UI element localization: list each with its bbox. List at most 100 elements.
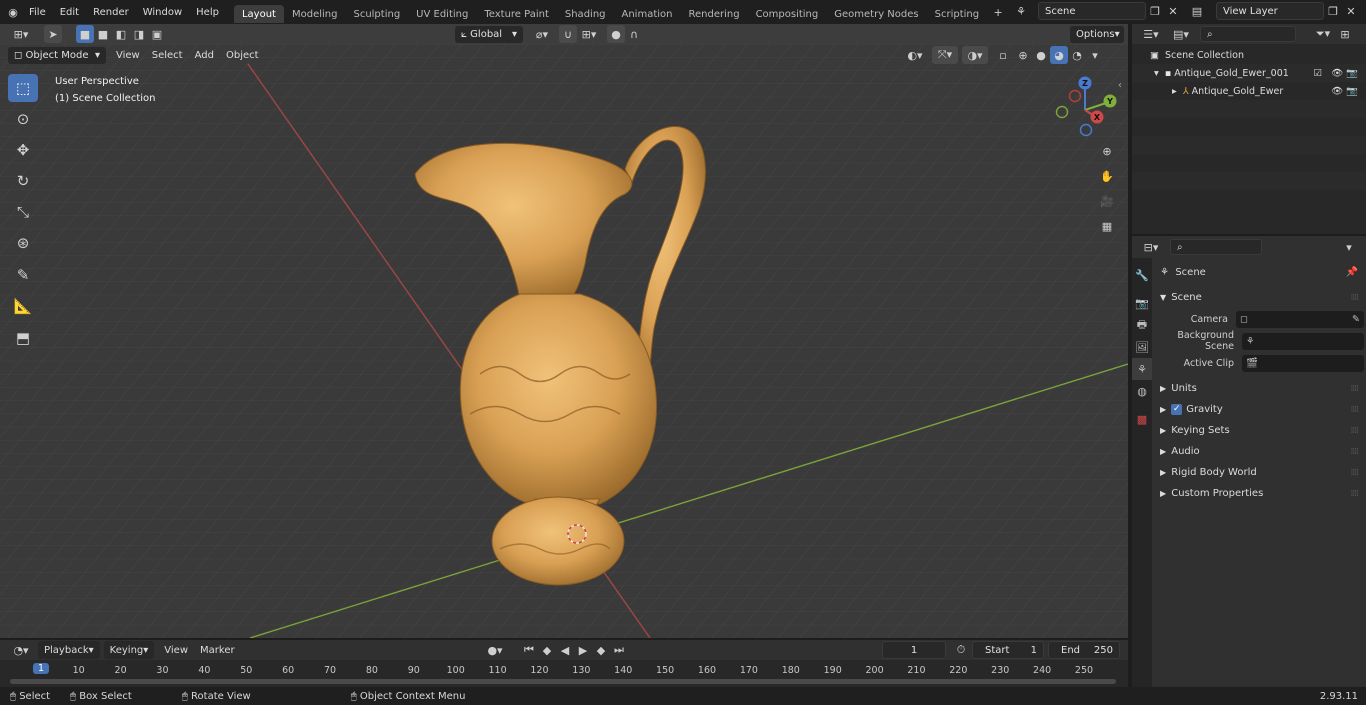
select-box-tool-icon[interactable]: ⬚ <box>8 74 38 102</box>
select-extend-icon[interactable]: ■ <box>94 25 112 43</box>
drag-handle-icon[interactable]: ⁞⁞⁞⁞ <box>1351 405 1360 415</box>
select-intersect-icon[interactable]: ▣ <box>148 25 166 43</box>
mode-dropdown[interactable]: ◻ Object Mode ▾ <box>8 46 106 64</box>
timeline-menu-playback[interactable]: Playback ▾ <box>38 641 100 659</box>
next-keyframe-icon[interactable]: ◆ <box>592 641 610 659</box>
tab-layout[interactable]: Layout <box>233 5 284 23</box>
world-tab-icon[interactable]: ◍ <box>1132 380 1152 402</box>
menu-window[interactable]: Window <box>136 0 189 24</box>
display-mode-icon[interactable]: ▤▾ <box>1168 25 1194 43</box>
measure-tool-icon[interactable]: 📐 <box>8 292 38 320</box>
expand-arrow-icon[interactable]: ▸ <box>1172 86 1183 97</box>
camera-field[interactable]: ◻ ✎ <box>1236 310 1364 328</box>
outliner-editor-type-icon[interactable]: ☰▾ <box>1138 25 1164 43</box>
tab-compositing[interactable]: Compositing <box>748 5 827 23</box>
add-cube-tool-icon[interactable]: ⬒ <box>8 324 38 352</box>
cursor-tool-icon[interactable]: ⊙ <box>8 105 38 133</box>
falloff-icon[interactable]: ∩ <box>625 25 643 43</box>
tab-geometry-nodes[interactable]: Geometry Nodes <box>826 5 926 23</box>
tab-texture-paint[interactable]: Texture Paint <box>476 5 557 23</box>
zoom-icon[interactable]: ⊕ <box>1098 142 1116 160</box>
drag-handle-icon[interactable]: ⁞⁞⁞⁞ <box>1351 447 1360 457</box>
auto-keying-icon[interactable]: ●▾ <box>482 641 508 659</box>
tab-rendering[interactable]: Rendering <box>680 5 747 23</box>
pin-icon[interactable]: 📌 <box>1346 267 1358 278</box>
tab-scripting[interactable]: Scripting <box>927 5 987 23</box>
output-tab-icon[interactable]: 🖶 <box>1132 314 1152 336</box>
eyedropper-icon[interactable]: ✎ <box>1352 314 1360 325</box>
view-layer-tab-icon[interactable]: 🖼 <box>1132 336 1152 358</box>
gravity-checkbox-icon[interactable]: ✓ <box>1171 404 1183 415</box>
timeline-menu-view[interactable]: View <box>158 641 194 659</box>
properties-options-icon[interactable]: ▾ <box>1340 238 1358 256</box>
viewport-canvas[interactable]: Z Y X <box>0 44 1128 638</box>
timeline-menu-keying[interactable]: Keying ▾ <box>103 641 155 659</box>
xray-icon[interactable]: ▫ <box>994 46 1012 64</box>
editor-type-icon[interactable]: ⊞▾ <box>8 25 34 43</box>
play-icon[interactable]: ▶ <box>574 641 592 659</box>
tab-sculpting[interactable]: Sculpting <box>345 5 408 23</box>
pan-hand-icon[interactable]: ✋ <box>1098 167 1116 185</box>
viewport-menu-select[interactable]: Select <box>146 46 189 64</box>
select-tool-icon[interactable]: ➤ <box>44 25 62 43</box>
wireframe-shading-icon[interactable]: ⊕ <box>1014 46 1032 64</box>
blender-logo-icon[interactable]: ◉ <box>4 3 22 21</box>
drag-handle-icon[interactable]: ⁞⁞⁞⁞ <box>1351 468 1360 478</box>
current-frame-field[interactable]: 1 <box>882 641 946 659</box>
current-frame-indicator[interactable]: 1 <box>32 663 50 674</box>
visibility-icon[interactable]: ◐▾ <box>902 46 928 64</box>
material-preview-icon[interactable]: ◕ <box>1050 46 1068 64</box>
texture-tab-icon[interactable]: ▩ <box>1132 408 1152 430</box>
exclude-checkbox-icon[interactable]: ☑ <box>1313 68 1331 79</box>
tab-animation[interactable]: Animation <box>614 5 681 23</box>
active-clip-field[interactable]: 🎬 <box>1242 354 1364 372</box>
select-new-icon[interactable]: ■ <box>76 25 94 43</box>
properties-editor-type-icon[interactable]: ⊟▾ <box>1138 238 1164 256</box>
audio-panel-header[interactable]: ▶ Audio ⁞⁞⁞⁞ <box>1154 441 1364 462</box>
viewport-menu-add[interactable]: Add <box>189 46 220 64</box>
add-workspace-button[interactable]: + <box>989 3 1007 21</box>
filter-icon[interactable]: ⏷▾ <box>1310 25 1336 43</box>
jump-start-icon[interactable]: ⏮ <box>520 641 538 659</box>
tab-shading[interactable]: Shading <box>557 5 614 23</box>
menu-render[interactable]: Render <box>86 0 136 24</box>
proportional-edit-icon[interactable]: ● <box>607 25 625 43</box>
sidebar-toggle-icon[interactable]: ‹ <box>1118 80 1122 91</box>
gravity-panel-header[interactable]: ▶ ✓ Gravity ⁞⁞⁞⁞ <box>1154 399 1364 420</box>
timeline-scrollbar[interactable] <box>10 679 1116 684</box>
tool-tab-icon[interactable]: 🔧 <box>1132 264 1152 286</box>
end-frame-field[interactable]: End 250 <box>1048 641 1120 659</box>
new-scene-icon[interactable]: ❐ <box>1146 2 1164 20</box>
view-layer-selector[interactable]: ▤ View Layer ❐ ✕ <box>1188 2 1360 20</box>
outliner-search-input[interactable]: ⌕ <box>1200 26 1296 42</box>
ortho-grid-icon[interactable]: ▦ <box>1098 217 1116 235</box>
outliner-row-collection[interactable]: ▾ ▪ Antique_Gold_Ewer_001 ☑ 👁 📷 <box>1132 64 1366 82</box>
prev-keyframe-icon[interactable]: ◆ <box>538 641 556 659</box>
outliner-row-object[interactable]: ▸ ⅄ Antique_Gold_Ewer 👁 📷 <box>1132 82 1366 100</box>
snap-icon[interactable]: ∪ <box>559 25 577 43</box>
move-tool-icon[interactable]: ✥ <box>8 136 38 164</box>
timeline-ruler[interactable]: 1 10 20 30 40 50 60 70 80 90 100 110 120 130 140 150 160… <box>0 660 1128 687</box>
annotate-tool-icon[interactable]: ✎ <box>8 261 38 289</box>
drag-handle-icon[interactable]: ⁞⁞⁞⁞ <box>1351 489 1360 499</box>
rotate-tool-icon[interactable]: ↻ <box>8 167 38 195</box>
shading-options-icon[interactable]: ▾ <box>1086 46 1104 64</box>
transform-tool-icon[interactable]: ⊛ <box>8 229 38 257</box>
delete-scene-icon[interactable]: ✕ <box>1164 2 1182 20</box>
play-reverse-icon[interactable]: ◀ <box>556 641 574 659</box>
timeline-editor-type-icon[interactable]: ◔▾ <box>8 641 34 659</box>
view-layer-field[interactable]: View Layer <box>1216 2 1324 20</box>
new-view-layer-icon[interactable]: ❐ <box>1324 2 1342 20</box>
render-tab-icon[interactable]: 📷 <box>1132 292 1152 314</box>
menu-help[interactable]: Help <box>189 0 226 24</box>
viewport-menu-view[interactable]: View <box>110 46 146 64</box>
menu-file[interactable]: File <box>22 0 53 24</box>
camera-render-icon[interactable]: 📷 <box>1346 86 1358 97</box>
3d-viewport[interactable]: Z Y X ◻ Object Mode ▾ View Select Add Objec… <box>0 44 1128 638</box>
start-frame-field[interactable]: Start 1 <box>972 641 1044 659</box>
tab-uv-editing[interactable]: UV Editing <box>408 5 476 23</box>
scene-panel-header[interactable]: ▼ Scene ⁞⁞⁞⁞ <box>1154 287 1364 308</box>
eye-icon[interactable]: 👁 <box>1331 68 1346 79</box>
units-panel-header[interactable]: ▶ Units ⁞⁞⁞⁞ <box>1154 378 1364 399</box>
scene-selector[interactable]: ⚘ Scene ❐ ✕ <box>1012 2 1182 20</box>
